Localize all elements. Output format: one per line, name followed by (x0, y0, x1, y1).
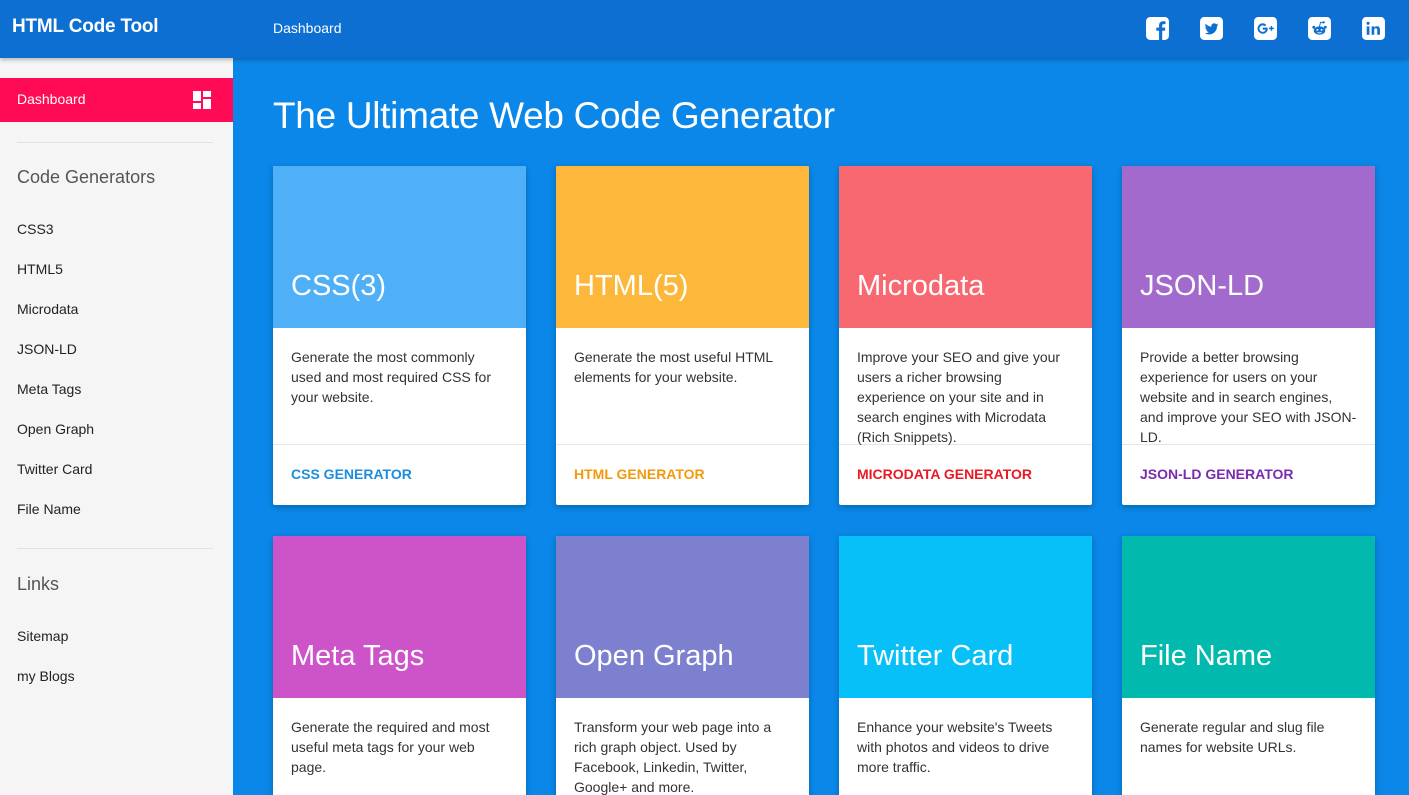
twitter-icon[interactable] (1199, 16, 1224, 41)
json-ld-generator-link[interactable]: JSON-LD GENERATOR (1122, 445, 1375, 505)
dashboard-grid-icon (193, 91, 211, 109)
sidebar-item-file-name[interactable]: File Name (17, 501, 81, 517)
card-description: Enhance your website's Tweets with photo… (839, 698, 1092, 795)
page-title: The Ultimate Web Code Generator (273, 95, 835, 136)
card-header: CSS(3) (273, 166, 526, 328)
card-header: File Name (1122, 536, 1375, 698)
card-css: CSS(3) Generate the most commonly used a… (273, 166, 526, 505)
card-description: Transform your web page into a rich grap… (556, 698, 809, 795)
card-twitter-card: Twitter Card Enhance your website's Twee… (839, 536, 1092, 795)
reddit-icon[interactable] (1307, 16, 1332, 41)
card-open-graph: Open Graph Transform your web page into … (556, 536, 809, 795)
card-header: Twitter Card (839, 536, 1092, 698)
sidebar-item-microdata[interactable]: Microdata (17, 301, 78, 317)
sidebar-heading-generators: Code Generators (17, 167, 156, 187)
google-plus-icon[interactable] (1253, 16, 1278, 41)
sidebar-divider (17, 548, 213, 549)
breadcrumb: Dashboard (273, 20, 342, 36)
card-file-name: File Name Generate regular and slug file… (1122, 536, 1375, 795)
card-title: Open Graph (574, 640, 734, 672)
sidebar: Dashboard Code Generators CSS3 HTML5 Mic… (0, 58, 233, 795)
card-description: Generate the most useful HTML elements f… (556, 328, 809, 445)
sidebar-divider (17, 142, 213, 143)
card-description: Improve your SEO and give your users a r… (839, 328, 1092, 445)
sidebar-item-html5[interactable]: HTML5 (17, 261, 63, 277)
card-description: Provide a better browsing experience for… (1122, 328, 1375, 445)
html-generator-link[interactable]: HTML GENERATOR (556, 445, 809, 505)
app-title[interactable]: HTML Code Tool (12, 16, 159, 38)
sidebar-item-json-ld[interactable]: JSON-LD (17, 341, 77, 357)
card-html: HTML(5) Generate the most useful HTML el… (556, 166, 809, 505)
card-header: HTML(5) (556, 166, 809, 328)
card-microdata: Microdata Improve your SEO and give your… (839, 166, 1092, 505)
sidebar-item-open-graph[interactable]: Open Graph (17, 421, 94, 437)
card-title: JSON-LD (1140, 270, 1265, 302)
card-title: HTML(5) (574, 270, 689, 302)
card-description: Generate the required and most useful me… (273, 698, 526, 795)
css-generator-link[interactable]: CSS GENERATOR (273, 445, 526, 505)
card-title: Meta Tags (291, 640, 425, 672)
card-description: Generate regular and slug file names for… (1122, 698, 1375, 795)
microdata-generator-link[interactable]: MICRODATA GENERATOR (839, 445, 1092, 505)
top-app-bar: HTML Code Tool Dashboard (0, 0, 1409, 58)
card-title: File Name (1140, 640, 1273, 672)
sidebar-item-dashboard[interactable]: Dashboard (0, 78, 233, 122)
sidebar-item-label: Dashboard (17, 91, 86, 107)
linkedin-icon[interactable] (1361, 16, 1386, 41)
card-title: Microdata (857, 270, 985, 302)
card-title: CSS(3) (291, 270, 387, 302)
card-header: JSON-LD (1122, 166, 1375, 328)
card-header: Open Graph (556, 536, 809, 698)
sidebar-item-sitemap[interactable]: Sitemap (17, 628, 68, 644)
sidebar-item-meta-tags[interactable]: Meta Tags (17, 381, 81, 397)
card-json-ld: JSON-LD Provide a better browsing experi… (1122, 166, 1375, 505)
sidebar-item-css3[interactable]: CSS3 (17, 221, 54, 237)
card-meta-tags: Meta Tags Generate the required and most… (273, 536, 526, 795)
sidebar-heading-links: Links (17, 574, 60, 594)
sidebar-item-twitter-card[interactable]: Twitter Card (17, 461, 92, 477)
card-description: Generate the most commonly used and most… (273, 328, 526, 445)
sidebar-item-my-blogs[interactable]: my Blogs (17, 668, 75, 684)
card-header: Microdata (839, 166, 1092, 328)
card-header: Meta Tags (273, 536, 526, 698)
facebook-icon[interactable] (1145, 16, 1170, 41)
card-title: Twitter Card (857, 640, 1014, 672)
